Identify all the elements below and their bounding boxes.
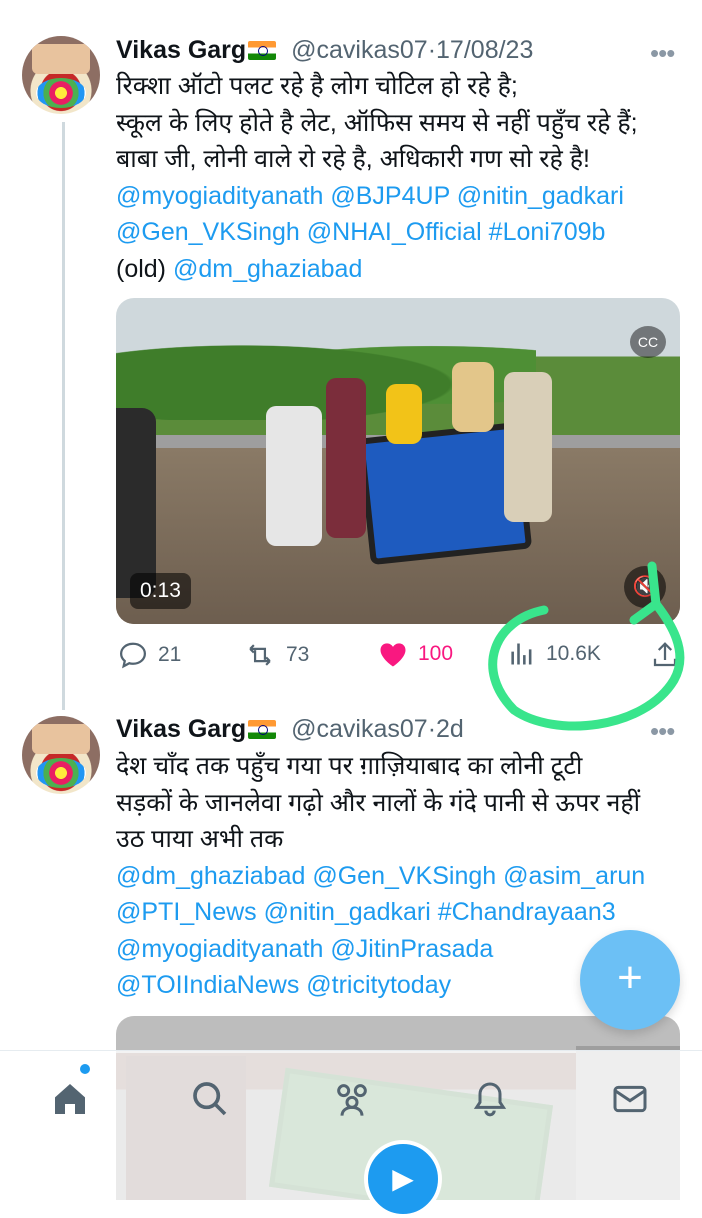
tweet-line: देश चाँद तक पहुँच गया पर ग़ाज़ियाबाद का … <box>116 752 583 780</box>
person-scene <box>326 378 366 538</box>
play-icon[interactable]: ▶ <box>364 1140 442 1218</box>
tweet-line: बाबा जी, लोनी वाले रो रहे है, अधिकारी गण… <box>116 145 590 173</box>
india-flag-icon <box>248 41 277 60</box>
tweet-header: Vikas Garg @cavikas07·17/08/23 <box>116 36 533 65</box>
retweet-button[interactable]: 73 <box>244 640 309 670</box>
notifications-icon <box>473 1082 507 1117</box>
reply-button[interactable]: 21 <box>118 640 181 670</box>
mention-line[interactable]: @dm_ghaziabad @Gen_VKSingh @asim_arun <box>116 858 686 895</box>
more-options-icon[interactable]: ••• <box>650 716 675 747</box>
thread-connector <box>62 122 65 710</box>
mention-line[interactable]: @Gen_VKSingh @NHAI_Official #Loni709b <box>116 214 686 251</box>
reply-count: 21 <box>158 643 182 666</box>
person-scene <box>266 406 322 546</box>
avatar[interactable] <box>22 716 100 794</box>
views-button[interactable]: 10.6K <box>508 640 601 668</box>
communities-tab[interactable] <box>330 1079 374 1123</box>
share-button[interactable] <box>650 640 680 670</box>
tweet-date: 2d <box>436 715 464 743</box>
avatar-rangoli <box>36 758 86 788</box>
person-scene <box>386 384 422 444</box>
tweet-line: सड़कों के जानलेवा गढ़ो और नालों के गंदे … <box>116 788 641 817</box>
tweet-text: रिक्शा ऑटो पलट रहे है लोग चोटिल हो रहे ह… <box>116 68 686 287</box>
author-handle[interactable]: @cavikas07·17/08/23 <box>291 36 533 64</box>
tweet-date: 17/08/23 <box>436 36 534 64</box>
like-count: 100 <box>418 642 454 665</box>
retweet-count: 73 <box>286 643 310 666</box>
author-name[interactable]: Vikas Garg <box>116 36 246 64</box>
india-flag-icon <box>248 720 277 739</box>
notifications-tab[interactable] <box>470 1079 514 1123</box>
old-label: (old) <box>116 254 173 283</box>
mute-icon[interactable]: 🔇 <box>624 566 666 608</box>
person-scene <box>504 372 552 522</box>
tweet-line: रिक्शा ऑटो पलट रहे है लोग चोटिल हो रहे ह… <box>116 72 518 100</box>
avatar-photo <box>32 724 90 754</box>
views-count: 10.6K <box>546 642 601 665</box>
tweet-header: Vikas Garg @cavikas07·2d <box>116 715 464 744</box>
home-icon <box>55 1084 85 1114</box>
mention-dm-ghaziabad[interactable]: @dm_ghaziabad <box>173 255 362 283</box>
heart-icon <box>380 643 406 667</box>
video-duration: 0:13 <box>130 573 191 609</box>
mention-line[interactable]: @myogiadityanath @BJP4UP @nitin_gadkari <box>116 178 686 215</box>
mention-line[interactable]: @PTI_News @nitin_gadkari #Chandrayaan3 <box>116 894 686 931</box>
retweet-icon <box>249 644 271 666</box>
messages-tab[interactable] <box>610 1079 654 1123</box>
tweet-line: उठ पाया अभी तक <box>116 825 284 853</box>
car-scene <box>116 408 156 598</box>
tweet-video[interactable] <box>116 298 680 624</box>
search-tab[interactable] <box>190 1079 234 1123</box>
person-scene <box>452 362 494 432</box>
compose-tweet-button[interactable]: + <box>580 930 680 1030</box>
share-icon <box>653 642 677 667</box>
search-icon <box>193 1082 227 1116</box>
avatar[interactable] <box>22 36 100 114</box>
tweet-line: स्कूल के लिए होते है लेट, ऑफिस समय से नह… <box>116 108 638 137</box>
bottom-navigation <box>0 1050 702 1201</box>
views-icon <box>511 643 532 665</box>
reply-icon <box>119 642 147 669</box>
author-name[interactable]: Vikas Garg <box>116 715 246 743</box>
captions-icon[interactable]: CC <box>630 326 666 358</box>
like-button[interactable]: 100 <box>378 640 453 668</box>
home-tab[interactable] <box>50 1079 94 1123</box>
home-notification-dot <box>80 1064 90 1074</box>
messages-icon <box>613 1085 647 1113</box>
author-handle[interactable]: @cavikas07·2d <box>291 715 464 743</box>
communities-icon <box>337 1084 367 1116</box>
avatar-rangoli <box>36 78 86 108</box>
more-options-icon[interactable]: ••• <box>650 38 675 69</box>
avatar-photo <box>32 44 90 74</box>
